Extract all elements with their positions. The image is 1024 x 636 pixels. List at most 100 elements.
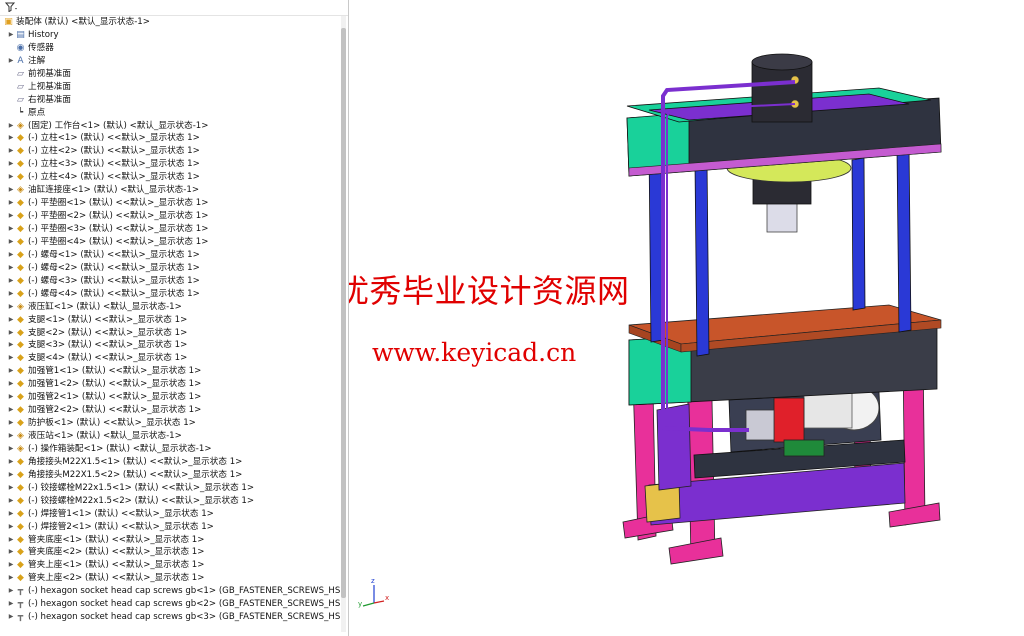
tree-item[interactable]: ▶ ◆ 角接接头M22X1.5<2> (默认) <<默认>_显示状态 1> xyxy=(0,469,340,482)
tree-item[interactable]: ▱ 上视基准面 xyxy=(0,81,340,94)
expand-chevron-icon[interactable]: ▶ xyxy=(7,521,15,534)
expand-chevron-icon[interactable]: ▶ xyxy=(7,365,15,378)
tree-item[interactable]: ▶ ◆ (-) 铰接螺栓M22x1.5<1> (默认) <<默认>_显示状态 1> xyxy=(0,482,340,495)
expand-chevron-icon[interactable]: ▶ xyxy=(7,469,15,482)
tree-item[interactable]: ▶ ┳ (-) hexagon socket head cap screws gb<… xyxy=(0,585,340,598)
tree-item[interactable]: ▶ ◆ (-) 立柱<2> (默认) <<默认>_显示状态 1> xyxy=(0,145,340,158)
expand-chevron-icon[interactable]: ▶ xyxy=(7,456,15,469)
expand-chevron-icon[interactable]: ▶ xyxy=(7,443,15,456)
expand-chevron-icon[interactable]: ▶ xyxy=(7,417,15,430)
expand-chevron-icon[interactable]: ▶ xyxy=(7,120,15,133)
tree-item[interactable]: ▶ ◆ (-) 螺母<4> (默认) <<默认>_显示状态 1> xyxy=(0,288,340,301)
tree-item[interactable]: ▶ ◈ (-) 操作箱装配<1> (默认) <默认_显示状态-1> xyxy=(0,443,340,456)
part-icon: ◆ xyxy=(17,392,24,403)
tree-root-item[interactable]: ▣ 装配体 (默认) <默认_显示状态-1> xyxy=(0,16,340,29)
tree-item[interactable]: ▶ ◆ 支腿<1> (默认) <<默认>_显示状态 1> xyxy=(0,314,340,327)
expand-chevron-icon[interactable]: ▶ xyxy=(7,585,15,598)
expand-chevron-icon[interactable]: ▶ xyxy=(7,223,15,236)
expand-chevron-icon[interactable]: ▶ xyxy=(7,391,15,404)
tree-item[interactable]: ▶ ◆ (-) 铰接螺栓M22x1.5<2> (默认) <<默认>_显示状态 1> xyxy=(0,495,340,508)
tree-item[interactable]: ▱ 前视基准面 xyxy=(0,68,340,81)
expand-chevron-icon[interactable]: ▶ xyxy=(7,559,15,572)
expand-chevron-icon[interactable]: ▶ xyxy=(7,572,15,585)
tree-item[interactable]: ▶ ◆ (-) 平垫圈<2> (默认) <<默认>_显示状态 1> xyxy=(0,210,340,223)
expand-chevron-icon[interactable]: ▶ xyxy=(7,184,15,197)
tree-item[interactable]: ▶ ◆ (-) 平垫圈<4> (默认) <<默认>_显示状态 1> xyxy=(0,236,340,249)
tree-item[interactable]: ▶ ◆ (-) 立柱<3> (默认) <<默认>_显示状态 1> xyxy=(0,158,340,171)
expand-chevron-icon[interactable]: ▶ xyxy=(7,171,15,184)
expand-chevron-icon[interactable]: ▶ xyxy=(7,55,15,68)
tree-item[interactable]: ▶ ◆ 管夹底座<1> (默认) <<默认>_显示状态 1> xyxy=(0,534,340,547)
assembly-model-scene[interactable]: z x y xyxy=(349,0,1024,636)
tree-item[interactable]: ▶ ◆ (-) 焊接管2<1> (默认) <<默认>_显示状态 1> xyxy=(0,521,340,534)
tree-item[interactable]: ▶ ◈ 油缸连接座<1> (默认) <默认_显示状态-1> xyxy=(0,184,340,197)
part-icon: ◆ xyxy=(17,211,24,222)
tree-item[interactable]: ▶ ◆ 防护板<1> (默认) <<默认>_显示状态 1> xyxy=(0,417,340,430)
tree-item[interactable]: ▶ ◆ 管夹底座<2> (默认) <<默认>_显示状态 1> xyxy=(0,546,340,559)
expand-chevron-icon[interactable]: ▶ xyxy=(7,404,15,417)
scrollbar-thumb[interactable] xyxy=(341,28,346,598)
expand-chevron-icon[interactable]: ▶ xyxy=(7,145,15,158)
expand-chevron-icon[interactable]: ▶ xyxy=(7,546,15,559)
expand-chevron-icon[interactable]: ▶ xyxy=(7,275,15,288)
expand-chevron-icon[interactable]: ▶ xyxy=(7,495,15,508)
expand-chevron-icon[interactable]: ▶ xyxy=(7,249,15,262)
tree-item[interactable]: ▶ ◆ 支腿<4> (默认) <<默认>_显示状态 1> xyxy=(0,352,340,365)
expand-chevron-icon[interactable]: ▶ xyxy=(7,352,15,365)
tree-item[interactable]: ▶ ◆ 加强管1<1> (默认) <<默认>_显示状态 1> xyxy=(0,365,340,378)
expand-chevron-icon[interactable]: ▶ xyxy=(7,288,15,301)
tree-item[interactable]: ▶ ▤ History xyxy=(0,29,340,42)
tree-item[interactable]: ▶ ◆ 加强管1<2> (默认) <<默认>_显示状态 1> xyxy=(0,378,340,391)
filter-bar[interactable] xyxy=(0,0,348,16)
tree-item[interactable]: ▶ ◆ (-) 立柱<1> (默认) <<默认>_显示状态 1> xyxy=(0,132,340,145)
expand-chevron-icon[interactable]: ▶ xyxy=(7,611,15,624)
tree-item[interactable]: ▶ ┳ (-) hexagon socket head cap screws gb<… xyxy=(0,611,340,624)
tree-item[interactable]: ▶ ◆ 管夹上座<1> (默认) <<默认>_显示状态 1> xyxy=(0,559,340,572)
tree-item[interactable]: ▶ ◆ (-) 螺母<2> (默认) <<默认>_显示状态 1> xyxy=(0,262,340,275)
tree-item[interactable]: ▶ ◈ 液压站<1> (默认) <默认_显示状态-1> xyxy=(0,430,340,443)
expand-chevron-icon[interactable]: ▶ xyxy=(7,508,15,521)
tree-item[interactable]: ▶ ◆ (-) 螺母<3> (默认) <<默认>_显示状态 1> xyxy=(0,275,340,288)
graphics-viewport[interactable]: z x y 优秀毕业设计资源网 www.keyicad.cn xyxy=(349,0,1024,636)
expand-chevron-icon[interactable]: ▶ xyxy=(7,482,15,495)
expand-chevron-icon[interactable]: ▶ xyxy=(7,29,15,42)
filter-icon[interactable] xyxy=(4,2,18,15)
tree-item[interactable]: ┕ 原点 xyxy=(0,107,340,120)
tree-item[interactable]: ▶ ◆ (-) 焊接管1<1> (默认) <<默认>_显示状态 1> xyxy=(0,508,340,521)
expand-chevron-icon[interactable]: ▶ xyxy=(7,314,15,327)
expand-chevron-icon[interactable]: ▶ xyxy=(7,132,15,145)
tree-item[interactable]: ▶ ◆ (-) 平垫圈<3> (默认) <<默认>_显示状态 1> xyxy=(0,223,340,236)
expand-chevron-icon[interactable]: ▶ xyxy=(7,210,15,223)
expand-chevron-icon[interactable]: ▶ xyxy=(7,378,15,391)
tree-item[interactable]: ▶ ◆ (-) 螺母<1> (默认) <<默认>_显示状态 1> xyxy=(0,249,340,262)
tree-item[interactable]: ▶ A 注解 xyxy=(0,55,340,68)
tree-item[interactable]: ▶ ◆ 加强管2<2> (默认) <<默认>_显示状态 1> xyxy=(0,404,340,417)
tree-item-label: (-) hexagon socket head cap screws gb<3>… xyxy=(28,612,340,623)
expand-chevron-icon[interactable]: ▶ xyxy=(7,534,15,547)
tree-item[interactable]: ▶ ◆ 管夹上座<2> (默认) <<默认>_显示状态 1> xyxy=(0,572,340,585)
tree-item[interactable]: ▶ ◆ (-) 平垫圈<1> (默认) <<默认>_显示状态 1> xyxy=(0,197,340,210)
vertical-scrollbar[interactable] xyxy=(341,16,346,632)
expand-chevron-icon[interactable]: ▶ xyxy=(7,430,15,443)
expand-chevron-icon[interactable]: ▶ xyxy=(7,197,15,210)
tree-item[interactable]: ▱ 右视基准面 xyxy=(0,94,340,107)
tree-item[interactable]: ▶ ◈ (固定) 工作台<1> (默认) <默认_显示状态-1> xyxy=(0,120,340,133)
expand-chevron-icon[interactable]: ▶ xyxy=(7,598,15,611)
tree-item-label: (-) 螺母<3> (默认) <<默认>_显示状态 1> xyxy=(28,275,200,286)
expand-chevron-icon[interactable]: ▶ xyxy=(7,301,15,314)
expand-chevron-icon[interactable]: ▶ xyxy=(7,327,15,340)
expand-chevron-icon[interactable]: ▶ xyxy=(7,158,15,171)
expand-chevron-icon[interactable]: ▶ xyxy=(7,236,15,249)
tree-item[interactable]: ▶ ┳ (-) hexagon socket head cap screws gb<… xyxy=(0,598,340,611)
tree-item[interactable]: ▶ ◆ 角接接头M22X1.5<1> (默认) <<默认>_显示状态 1> xyxy=(0,456,340,469)
tree-item[interactable]: ◉ 传感器 xyxy=(0,42,340,55)
tree-item[interactable]: ▶ ◈ 液压缸<1> (默认) <默认_显示状态-1> xyxy=(0,301,340,314)
tree-item[interactable]: ▶ ◆ 加强管2<1> (默认) <<默认>_显示状态 1> xyxy=(0,391,340,404)
expand-chevron-icon[interactable]: ▶ xyxy=(7,262,15,275)
tree-item[interactable]: ▶ ◆ 支腿<3> (默认) <<默认>_显示状态 1> xyxy=(0,339,340,352)
tree-item[interactable]: ▶ ◆ 支腿<2> (默认) <<默认>_显示状态 1> xyxy=(0,327,340,340)
feature-manager-tree[interactable]: ▣ 装配体 (默认) <默认_显示状态-1> ▶ ▤ History ◉ 传感器 ▶ A 注解 ▱ 前… xyxy=(0,0,349,636)
tree-item-label: 油缸连接座<1> (默认) <默认_显示状态-1> xyxy=(28,185,200,196)
tree-item[interactable]: ▶ ◆ (-) 立柱<4> (默认) <<默认>_显示状态 1> xyxy=(0,171,340,184)
expand-chevron-icon[interactable]: ▶ xyxy=(7,339,15,352)
